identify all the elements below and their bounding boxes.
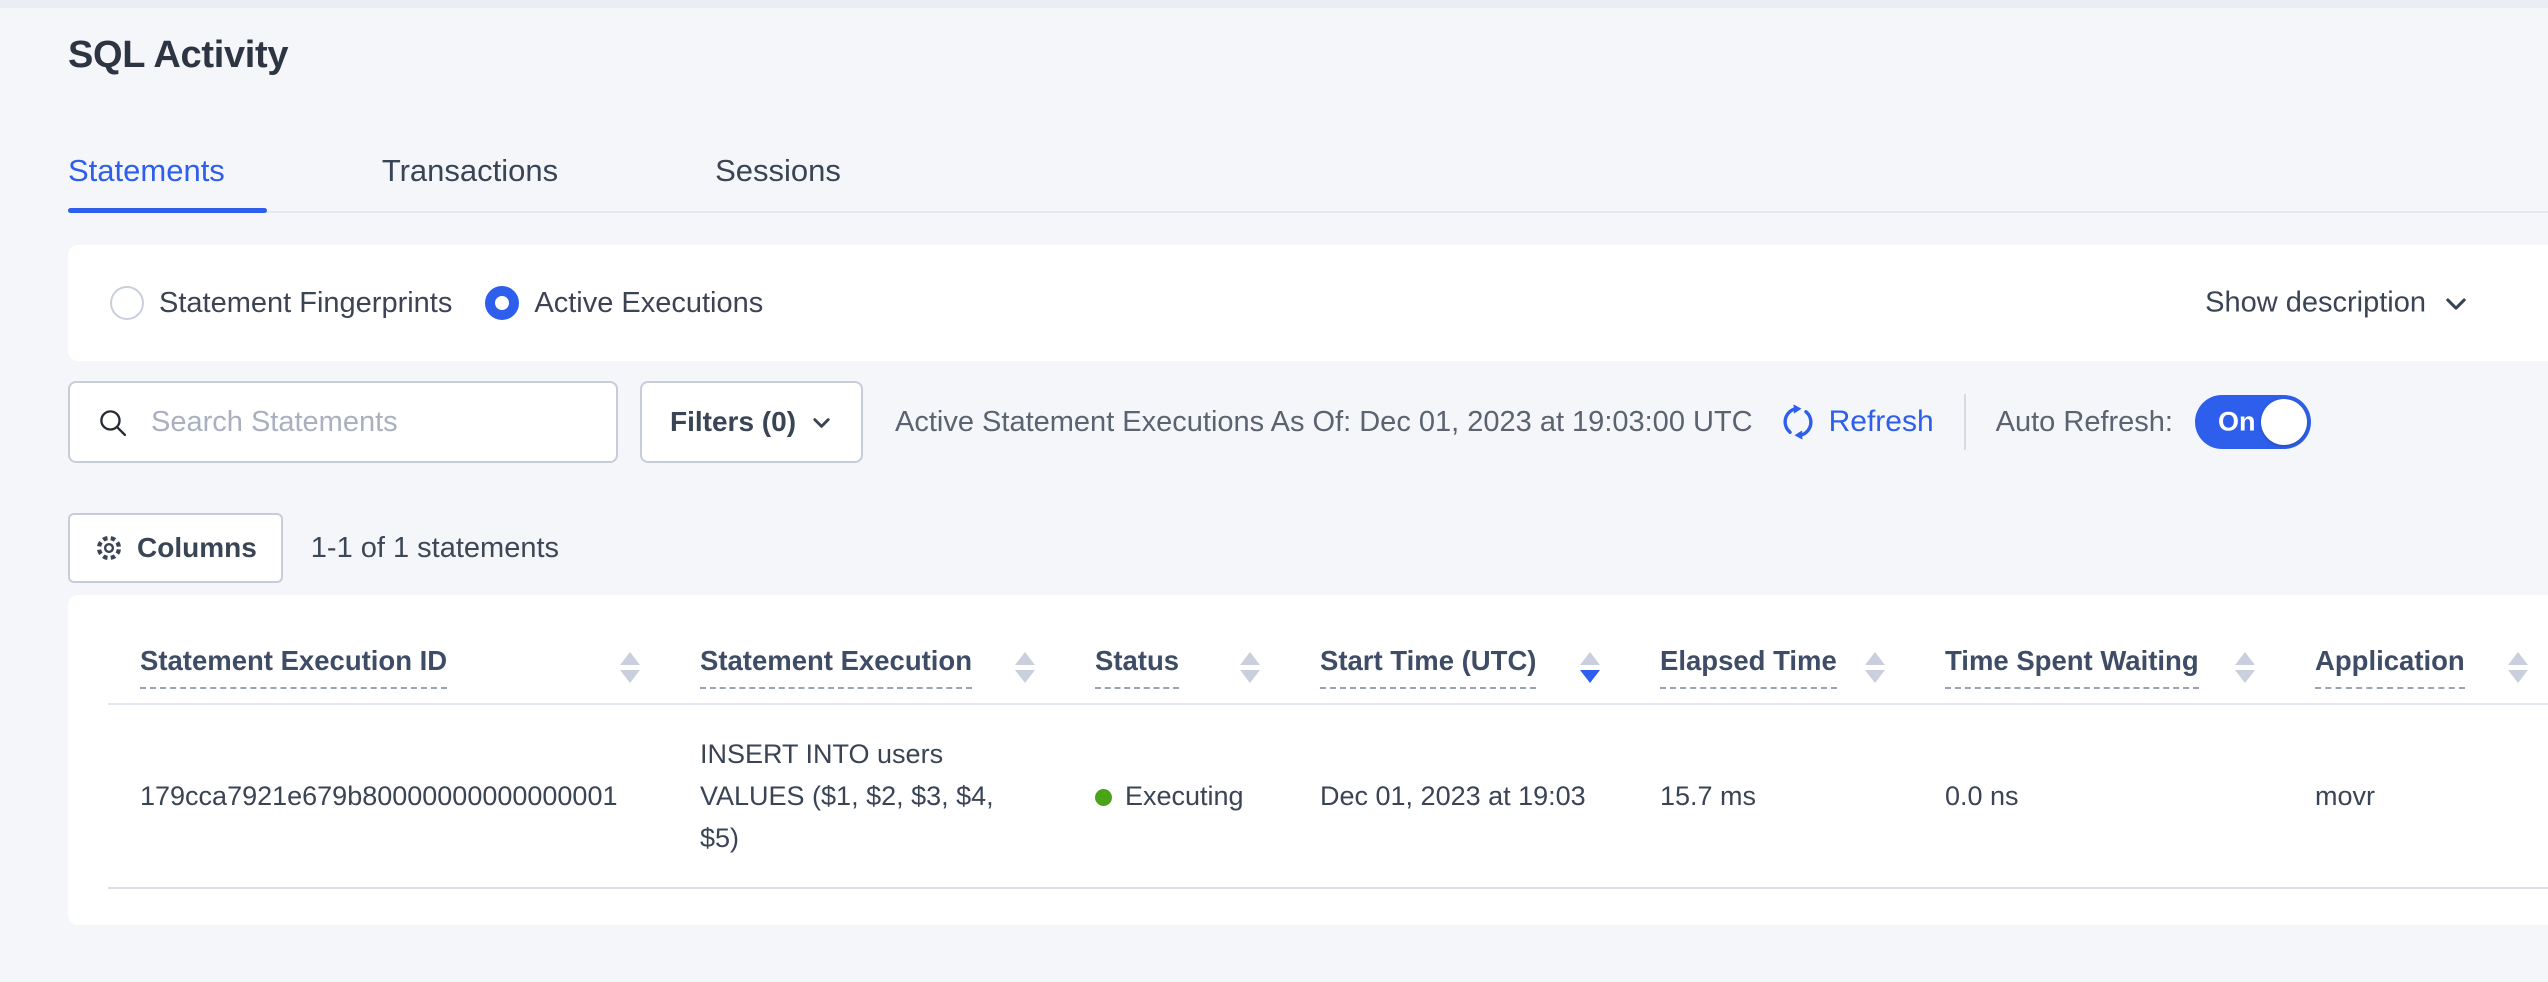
- chevron-down-icon: [810, 411, 833, 434]
- radio-active-executions[interactable]: Active Executions: [485, 286, 763, 320]
- cell-time-spent-waiting: 0.0 ns: [1945, 704, 2315, 888]
- tab-transactions[interactable]: Transactions: [382, 153, 600, 211]
- radio-label: Active Executions: [534, 287, 763, 320]
- sort-icon[interactable]: [2508, 652, 2528, 683]
- toggle-state-label: On: [2218, 407, 2256, 438]
- status-dot: [1095, 789, 1112, 806]
- statements-table-card: Statement Execution ID Statement Executi…: [68, 595, 2548, 925]
- page-title: SQL Activity: [68, 8, 2548, 77]
- columns-button[interactable]: Columns: [68, 513, 283, 583]
- column-header-status[interactable]: Status: [1095, 595, 1320, 704]
- view-mode-card: Statement Fingerprints Active Executions…: [68, 245, 2548, 361]
- column-header-start-time[interactable]: Start Time (UTC): [1320, 595, 1660, 704]
- sort-icon[interactable]: [620, 652, 640, 683]
- table-controls-row: Columns 1-1 of 1 statements: [68, 513, 2548, 583]
- as-of-text: Active Statement Executions As Of: Dec 0…: [895, 406, 1753, 439]
- filters-button[interactable]: Filters (0): [640, 381, 863, 463]
- tab-statements[interactable]: Statements: [68, 153, 267, 211]
- column-header-statement-execution[interactable]: Statement Execution: [700, 595, 1095, 704]
- tab-label: Transactions: [382, 153, 558, 188]
- refresh-icon: [1779, 403, 1817, 441]
- statements-table: Statement Execution ID Statement Executi…: [108, 595, 2548, 889]
- column-header-application[interactable]: Application: [2315, 595, 2548, 704]
- tab-sessions[interactable]: Sessions: [715, 153, 883, 211]
- vertical-divider: [1964, 394, 1966, 450]
- cell-elapsed-time: 15.7 ms: [1660, 704, 1945, 888]
- sort-icon[interactable]: [1240, 652, 1260, 683]
- show-description-toggle[interactable]: Show description: [2205, 287, 2470, 320]
- radio-unselected-icon[interactable]: [110, 286, 144, 320]
- radio-selected-icon[interactable]: [485, 286, 519, 320]
- tab-bar: Statements Transactions Sessions: [68, 153, 2548, 213]
- search-box[interactable]: [68, 381, 618, 463]
- search-icon: [96, 406, 129, 439]
- cell-execution-id: 179cca7921e679b80000000000000001: [108, 704, 700, 888]
- column-header-elapsed-time[interactable]: Elapsed Time: [1660, 595, 1945, 704]
- result-count: 1-1 of 1 statements: [311, 532, 559, 565]
- sort-icon[interactable]: [2235, 652, 2255, 683]
- sort-icon[interactable]: [1015, 652, 1035, 683]
- cell-start-time: Dec 01, 2023 at 19:03: [1320, 704, 1660, 888]
- controls-row: Filters (0) Active Statement Executions …: [68, 381, 2548, 463]
- tab-label: Sessions: [715, 153, 841, 188]
- refresh-button[interactable]: Refresh: [1779, 403, 1934, 441]
- auto-refresh-label: Auto Refresh:: [1996, 406, 2173, 439]
- column-header-time-spent-waiting[interactable]: Time Spent Waiting: [1945, 595, 2315, 704]
- search-input[interactable]: [149, 405, 600, 440]
- page-top-edge: [0, 0, 2548, 8]
- cell-statement: INSERT INTO users VALUES ($1, $2, $3, $4…: [700, 704, 1095, 888]
- columns-button-label: Columns: [137, 532, 257, 564]
- radio-statement-fingerprints[interactable]: Statement Fingerprints: [110, 286, 452, 320]
- status-label: Executing: [1125, 781, 1244, 811]
- toggle-knob[interactable]: [2261, 399, 2307, 445]
- show-description-label: Show description: [2205, 287, 2426, 320]
- cell-application: movr: [2315, 704, 2548, 888]
- gear-icon: [94, 533, 124, 563]
- chevron-down-icon: [2442, 289, 2470, 317]
- radio-label: Statement Fingerprints: [159, 287, 452, 320]
- column-header-statement-execution-id[interactable]: Statement Execution ID: [108, 595, 700, 704]
- table-row: 179cca7921e679b80000000000000001 INSERT …: [108, 704, 2548, 888]
- cell-status: Executing: [1095, 704, 1320, 888]
- sort-icon[interactable]: [1865, 652, 1885, 683]
- table-header-row: Statement Execution ID Statement Executi…: [108, 595, 2548, 704]
- filters-label: Filters (0): [670, 406, 796, 438]
- sort-icon-descending[interactable]: [1580, 652, 1600, 683]
- refresh-label: Refresh: [1829, 405, 1934, 439]
- auto-refresh-toggle[interactable]: On: [2195, 395, 2311, 449]
- sql-activity-page: SQL Activity Statements Transactions Ses…: [0, 8, 2548, 925]
- tab-label: Statements: [68, 153, 225, 188]
